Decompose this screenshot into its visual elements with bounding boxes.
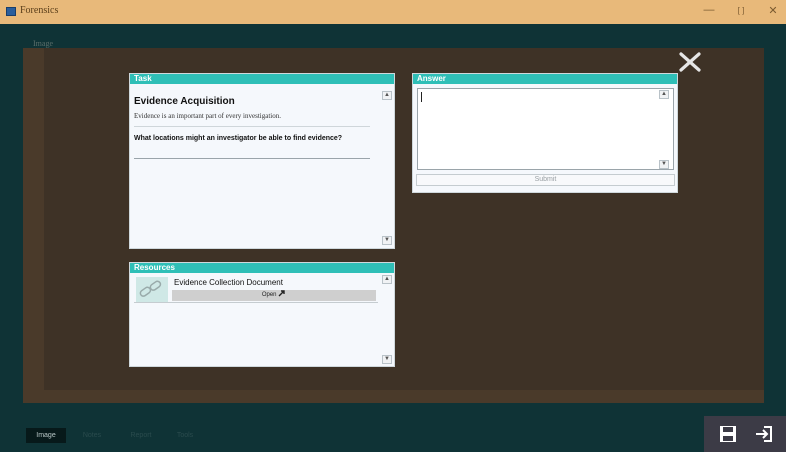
save-icon[interactable] [718,424,738,444]
external-link-icon [278,290,285,297]
open-label: Open [261,292,277,298]
resource-thumbnail [136,277,168,302]
app-icon [6,7,16,16]
tab-report[interactable]: Report [124,428,158,443]
answer-panel-header: Answer [413,74,677,84]
resource-name: Evidence Collection Document [174,278,283,287]
scroll-down-button[interactable]: ▼ [382,236,392,245]
answer-panel: Answer ▲ ▼ Submit [412,73,678,193]
answer-scroll-down-button[interactable]: ▼ [659,160,669,169]
window-title: Forensics [20,5,59,16]
toolbar [704,416,786,452]
dismiss-icon[interactable] [678,49,704,75]
task-divider [134,126,370,127]
resources-scroll-up-button[interactable]: ▲ [382,275,392,284]
title-bar: Forensics — [ ] ✕ [0,0,786,24]
tab-tools[interactable]: Tools [170,428,200,443]
resources-panel: Resources Evidence Collection Document O… [129,262,395,367]
scroll-up-button[interactable]: ▲ [382,91,392,100]
task-panel-header: Task [130,74,394,84]
task-title: Evidence Acquisition [134,96,235,107]
text-caret [421,92,422,102]
resources-scroll-down-button[interactable]: ▼ [382,355,392,364]
answer-scroll-up-button[interactable]: ▲ [659,90,669,99]
close-icon[interactable]: ✕ [764,4,782,17]
task-question: What locations might an investigator be … [134,135,343,142]
resource-open-button[interactable]: Open [172,290,376,301]
workspace-label: Image [33,39,53,48]
tab-notes[interactable]: Notes [76,428,108,443]
minimize-icon[interactable]: — [700,4,718,16]
tab-image[interactable]: Image [26,428,66,443]
bottom-bar: Image Notes Report Tools [0,416,786,452]
resources-panel-header: Resources [130,263,394,273]
link-icon [139,280,162,297]
maximize-icon[interactable]: [ ] [732,6,750,15]
task-panel: Task Evidence Acquisition Evidence is an… [129,73,395,249]
exit-icon[interactable] [754,424,774,444]
task-description: Evidence is an important part of every i… [134,112,281,120]
submit-button[interactable]: Submit [416,174,675,186]
resource-item: Evidence Collection Document Open [134,275,378,303]
task-divider [134,158,370,159]
answer-input[interactable] [417,88,674,170]
